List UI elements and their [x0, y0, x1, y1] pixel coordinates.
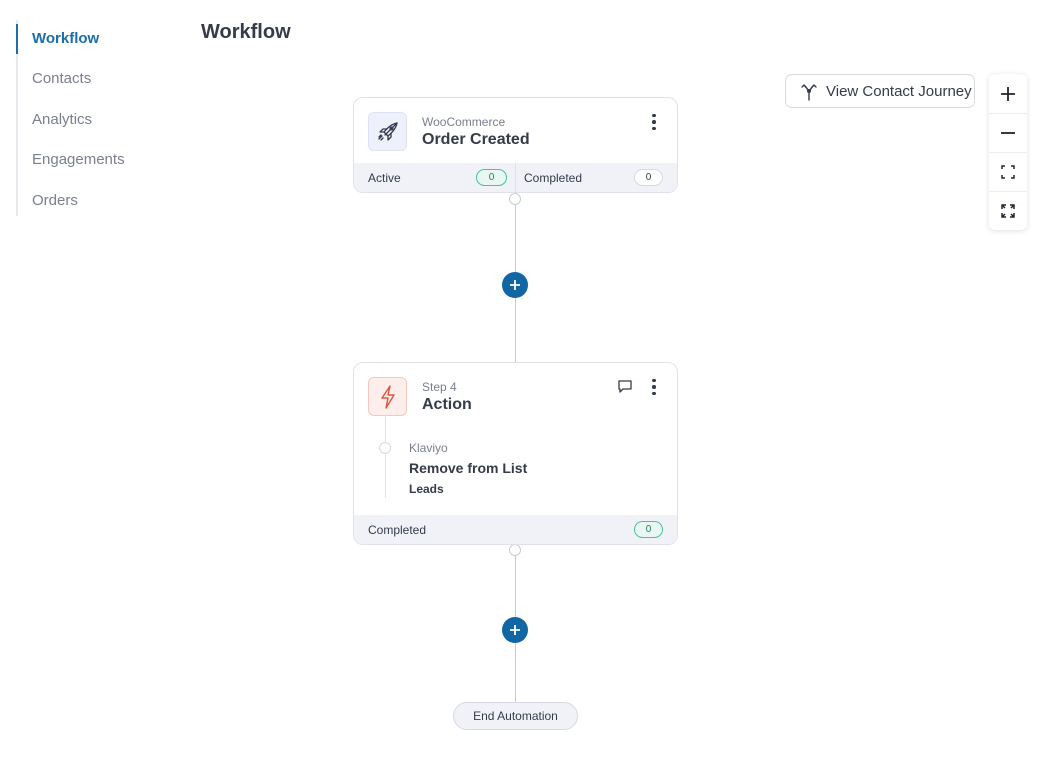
trigger-card-footer: Active 0 Completed 0: [354, 163, 677, 192]
action-provider: Klaviyo: [409, 441, 448, 455]
active-label: Active: [368, 171, 401, 185]
rocket-icon: [377, 121, 398, 141]
action-detail: Leads: [409, 482, 444, 496]
page-title: Workflow: [201, 21, 291, 43]
step-timeline-line: [385, 415, 386, 498]
step-timeline-dot: [379, 442, 391, 454]
step-number: Step 4: [422, 380, 457, 394]
completed-count-badge: 0: [634, 521, 663, 538]
view-contact-journey-label: View Contact Journey: [826, 82, 972, 100]
action-icon-box: [368, 377, 407, 416]
comment-icon: [618, 380, 632, 393]
nav-active-indicator: [16, 24, 18, 54]
fit-view-button[interactable]: [989, 152, 1027, 191]
fullscreen-button[interactable]: [989, 191, 1027, 230]
trigger-card[interactable]: WooCommerce Order Created Active 0 Compl…: [353, 97, 678, 193]
fit-view-icon: [1001, 165, 1015, 179]
connector-handle[interactable]: [509, 544, 521, 556]
trigger-title: Order Created: [422, 131, 530, 148]
plus-icon: [510, 280, 520, 290]
action-name: Remove from List: [409, 460, 528, 476]
plus-icon: [1001, 86, 1015, 101]
view-contact-journey-button[interactable]: View Contact Journey: [785, 74, 975, 108]
sidebar-item-workflow[interactable]: Workflow: [32, 30, 99, 47]
sidebar-item-orders[interactable]: Orders: [32, 192, 78, 209]
footer-divider: [515, 163, 516, 192]
zoom-controls: [989, 74, 1027, 230]
minus-icon: [1001, 132, 1015, 134]
action-card[interactable]: Step 4 Action Klaviyo Remove from List L…: [353, 362, 678, 545]
zoom-out-button[interactable]: [989, 113, 1027, 152]
add-step-button[interactable]: [502, 272, 528, 298]
completed-label: Completed: [368, 523, 427, 537]
trigger-more-menu-icon[interactable]: [646, 112, 662, 132]
trigger-provider: WooCommerce: [422, 115, 506, 129]
sidebar-nav: Workflow Contacts Analytics Engagements …: [16, 20, 176, 216]
action-card-footer: Completed 0: [354, 515, 677, 544]
completed-label: Completed: [524, 171, 583, 185]
lightning-icon: [380, 384, 395, 409]
active-count-badge: 0: [476, 169, 507, 186]
action-title: Action: [422, 396, 472, 413]
plus-icon: [510, 625, 520, 635]
fullscreen-icon: [1001, 204, 1015, 218]
connector-handle[interactable]: [509, 193, 521, 205]
comment-button[interactable]: [617, 378, 633, 394]
end-automation-node[interactable]: End Automation: [453, 702, 578, 730]
zoom-in-button[interactable]: [989, 74, 1027, 113]
add-step-button[interactable]: [502, 617, 528, 643]
completed-count-badge: 0: [634, 169, 663, 186]
sidebar-item-analytics[interactable]: Analytics: [32, 111, 92, 128]
action-more-menu-icon[interactable]: [646, 377, 662, 397]
sidebar-item-engagements[interactable]: Engagements: [32, 151, 125, 168]
trigger-icon-box: [368, 112, 407, 151]
branch-icon: [801, 84, 817, 101]
sidebar-item-contacts[interactable]: Contacts: [32, 70, 91, 87]
